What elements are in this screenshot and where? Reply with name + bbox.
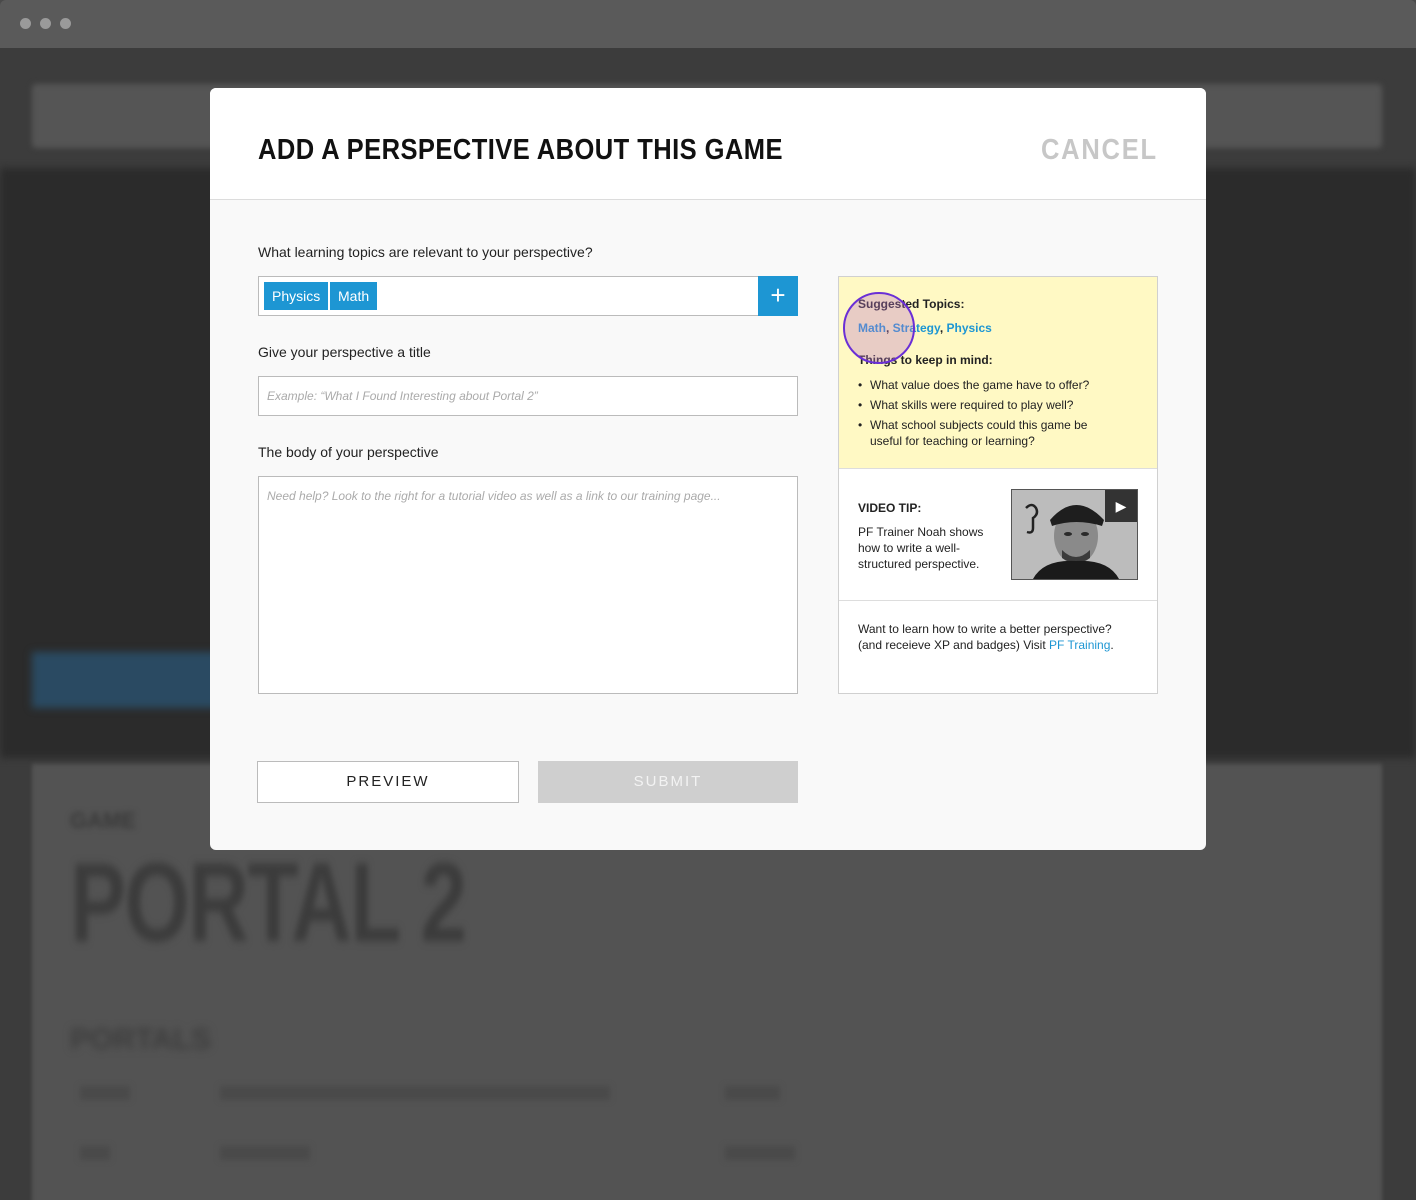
add-topic-button[interactable]: + — [758, 276, 798, 316]
video-tip-label: VIDEO TIP: — [858, 501, 922, 515]
background-button — [32, 652, 222, 708]
topics-input[interactable]: Physics Math + — [258, 276, 798, 316]
title-input[interactable] — [258, 376, 798, 416]
title-label: Give your perspective a title — [258, 344, 431, 360]
body-label: The body of your perspective — [258, 444, 439, 460]
window-titlebar — [0, 0, 1416, 48]
tip-item: What skills were required to play well? — [858, 397, 1118, 413]
training-text-end: . — [1110, 638, 1114, 652]
plus-icon: + — [770, 280, 786, 310]
background-row — [220, 1146, 310, 1160]
preview-button[interactable]: PREVIEW — [257, 761, 519, 803]
background-row — [725, 1086, 780, 1100]
topic-tag[interactable]: Math — [330, 282, 378, 310]
video-tip-section: VIDEO TIP: PF Trainer Noah shows how to … — [839, 469, 1157, 601]
background-row — [725, 1146, 795, 1160]
topics-label: What learning topics are relevant to you… — [258, 244, 593, 260]
background-row — [80, 1086, 130, 1100]
body-textarea[interactable] — [258, 476, 798, 694]
window-close-dot[interactable] — [20, 18, 31, 29]
background-subtitle: PORTALS — [70, 1023, 212, 1056]
click-indicator — [843, 292, 915, 364]
modal-header: ADD A PERSPECTIVE ABOUT THIS GAME CANCEL — [210, 88, 1206, 200]
modal-title: ADD A PERSPECTIVE ABOUT THIS GAME — [258, 134, 783, 166]
video-tip-text: PF Trainer Noah shows how to write a wel… — [858, 525, 984, 571]
training-info: Want to learn how to write a better pers… — [858, 621, 1138, 653]
video-thumbnail[interactable]: ▶ — [1011, 489, 1138, 580]
background-row — [220, 1086, 610, 1100]
tip-item: What value does the game have to offer? — [858, 377, 1118, 393]
tips-list: What value does the game have to offer? … — [858, 377, 1118, 453]
topic-tag[interactable]: Physics — [264, 282, 329, 310]
background-label: GAME — [70, 808, 136, 833]
background-game-title: PORTAL 2 — [70, 840, 467, 965]
window-maximize-dot[interactable] — [60, 18, 71, 29]
background-row — [80, 1146, 110, 1160]
tip-item: What school subjects could this game be … — [858, 417, 1118, 449]
window-minimize-dot[interactable] — [40, 18, 51, 29]
suggested-topic-link[interactable]: Physics — [946, 321, 991, 335]
add-perspective-modal: ADD A PERSPECTIVE ABOUT THIS GAME CANCEL… — [210, 88, 1206, 850]
cancel-button[interactable]: CANCEL — [1041, 134, 1158, 167]
play-icon[interactable]: ▶ — [1105, 490, 1137, 522]
submit-button[interactable]: SUBMIT — [538, 761, 798, 803]
pf-training-link[interactable]: PF Training — [1049, 638, 1110, 652]
